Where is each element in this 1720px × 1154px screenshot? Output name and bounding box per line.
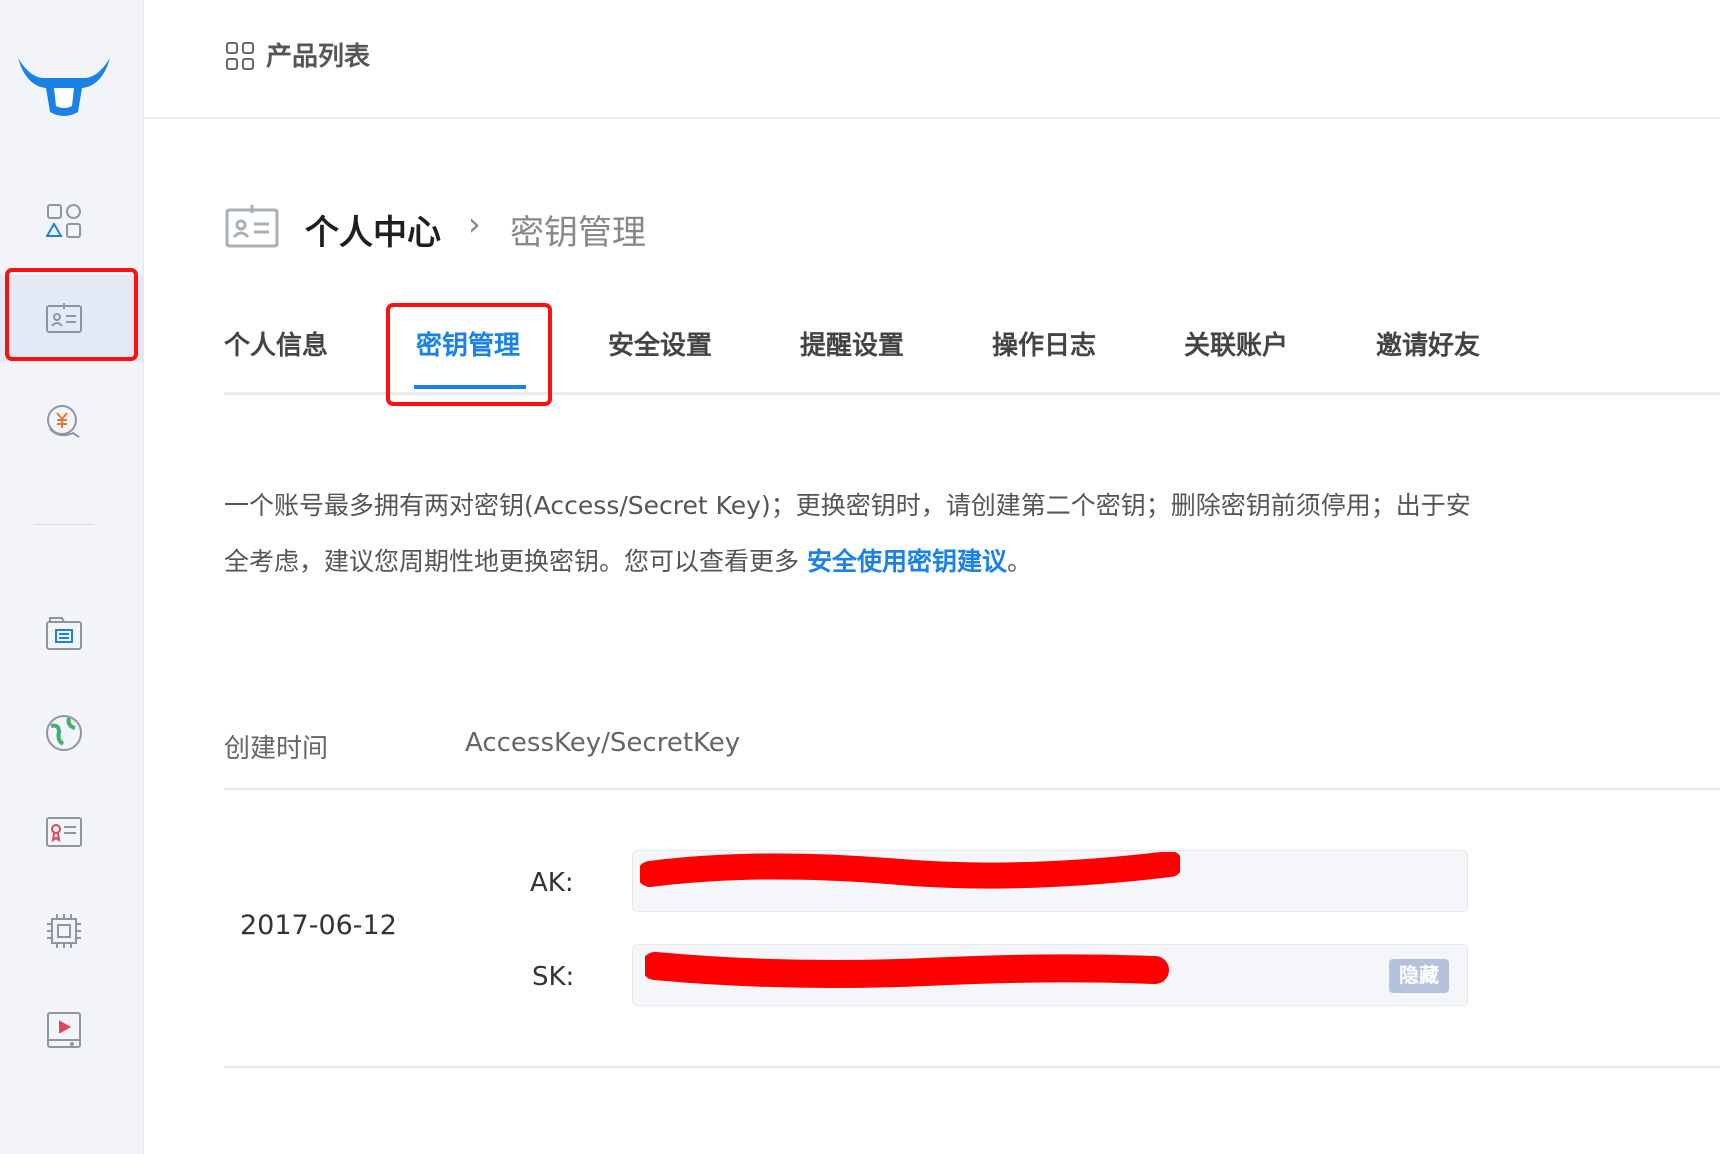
table-header-divider (224, 788, 1720, 790)
media-icon[interactable] (39, 1006, 89, 1056)
notice-end: 。 (1006, 547, 1032, 576)
bull-logo-icon[interactable] (16, 50, 112, 122)
redaction-mark-ak (640, 852, 1180, 889)
grid-icon[interactable] (226, 42, 254, 70)
sidebar-divider (34, 524, 94, 525)
breadcrumb-personal-center[interactable]: 个人中心 (305, 205, 441, 254)
column-access-secret-key: AccessKey/SecretKey (465, 728, 741, 758)
breadcrumb-separator: › (468, 205, 481, 243)
table-row-divider (224, 1066, 1720, 1068)
key-security-advice-link[interactable]: 安全使用密钥建议 (807, 547, 1007, 576)
sidebar (0, 0, 144, 1154)
hide-secret-key-button[interactable]: 隐藏 (1389, 959, 1449, 993)
tab-security-settings[interactable]: 安全设置 (608, 325, 712, 362)
column-created-time: 创建时间 (224, 734, 329, 764)
products-icon[interactable] (39, 196, 89, 246)
tab-personal-info[interactable]: 个人信息 (224, 325, 328, 362)
key-policy-notice: 一个账号最多拥有两对密钥(Access/Secret Key)；更换密钥时，请创… (224, 478, 1494, 590)
annotation-highlight-sidebar (5, 268, 138, 361)
sk-label: SK: (532, 962, 575, 992)
chip-icon[interactable] (39, 906, 89, 956)
redaction-mark-sk (645, 952, 1169, 988)
breadcrumb-current: 密钥管理 (510, 213, 646, 253)
ak-label: AK: (530, 868, 574, 898)
tab-linked-accounts[interactable]: 关联账户 (1184, 325, 1288, 362)
tab-reminder-settings[interactable]: 提醒设置 (800, 325, 904, 362)
certificate-icon[interactable] (39, 807, 89, 857)
globe-icon[interactable] (39, 708, 89, 758)
billing-icon[interactable] (39, 397, 89, 447)
tab-operation-log[interactable]: 操作日志 (992, 325, 1096, 362)
user-card-icon (225, 205, 279, 248)
top-header: 产品列表 (144, 0, 1720, 119)
key-created-date: 2017-06-12 (240, 910, 397, 941)
folder-icon[interactable] (39, 608, 89, 658)
product-list-link[interactable]: 产品列表 (266, 36, 370, 73)
tab-invite-friends[interactable]: 邀请好友 (1376, 325, 1480, 362)
annotation-highlight-tab (386, 303, 552, 406)
